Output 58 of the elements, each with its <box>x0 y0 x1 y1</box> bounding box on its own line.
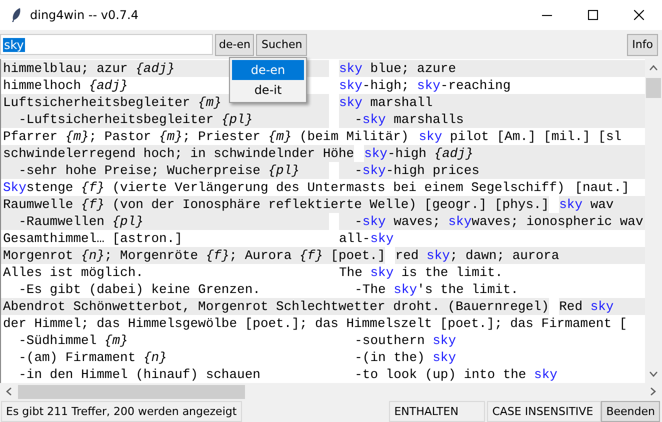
german-entry: Morgenrot {n}; Morgenröte {f}; Aurora {f} [poet.] <box>3 247 386 264</box>
english-entry: sky marshall <box>339 94 645 111</box>
scroll-down-icon[interactable] <box>649 371 658 377</box>
english-entry: -sky-high prices <box>339 162 645 179</box>
german-entry: Raumwelle {f} (von der Ionosphäre reflektierte Welle) [geogr.] [phys.] <box>3 196 550 213</box>
english-entry: sky-high {adj} <box>364 145 645 162</box>
german-entry: Pfarrer {m}; Pastor {m}; Priester {m} (beim Militär) <box>3 128 409 145</box>
english-entry: -sky marshalls <box>339 111 645 128</box>
maximize-icon[interactable] <box>588 10 598 20</box>
german-entry: Gesamthimmel… [astron.] <box>3 230 182 247</box>
english-entry: Red sky <box>559 298 645 315</box>
german-entry: -Raumwellen {pl} <box>18 213 144 230</box>
scroll-right-icon[interactable] <box>650 387 656 396</box>
german-entry: -Südhimmel {m} <box>18 332 128 349</box>
german-entry: Luftsicherheitsbegleiter {m} <box>3 94 222 111</box>
english-entry: -sky waves; skywaves; ionospheric wav <box>339 213 645 230</box>
english-entry: sky wav <box>559 196 645 213</box>
window-title: ding4win -- v0.7.4 <box>30 8 138 22</box>
english-entry: [naut.] <box>574 179 630 196</box>
german-entry: Skystenge {f} (vierte Verlängerung des Untermasts bei einem Segelschiff) <box>3 179 565 196</box>
english-entry: sky-high; sky-reaching <box>339 77 512 94</box>
language-dropdown[interactable]: de-en <box>215 34 254 56</box>
german-entry: Abendrot Schönwetterbot, Morgenrot Schlechtwetter droht. (Bauernregel) <box>3 298 550 315</box>
feather-icon <box>10 7 22 23</box>
german-entry: Alles ist möglich. <box>3 264 144 281</box>
english-entry: -to look (up) into the sky <box>354 366 558 383</box>
close-icon[interactable] <box>634 10 644 20</box>
german-entry: -Es gibt (dabei) keine Grenzen. <box>18 281 260 298</box>
english-entry: The sky is the limit. <box>339 264 504 281</box>
match-mode: ENTHALTEN <box>389 400 486 422</box>
german-entry: der Himmel; das Himmelsgewölbe [poet.]; das Himmelszelt [poet.]; das Firmament [ <box>3 315 628 332</box>
menu-item[interactable]: de-it <box>232 80 304 100</box>
vertical-scrollbar[interactable] <box>645 59 662 383</box>
english-entry: sky blue; azure <box>339 60 645 77</box>
info-button[interactable]: Info <box>627 34 658 56</box>
english-entry: -The sky's the limit. <box>354 281 520 298</box>
scroll-up-icon[interactable] <box>649 65 658 71</box>
english-entry: -(in the) sky <box>354 349 458 366</box>
german-entry: -Luftsicherheitsbegleiter {pl} <box>18 111 253 128</box>
german-entry: -in den Himmel (hinauf) schauen <box>18 366 260 383</box>
search-button[interactable]: Suchen <box>256 34 308 56</box>
german-entry: himmelblau; azur {adj} <box>3 60 175 77</box>
status-message: Es gibt 211 Treffer, 200 werden angezeigt <box>1 400 242 422</box>
german-entry: -(am) Firmament {n} <box>18 349 167 366</box>
german-entry: schwindelerregend hoch; in schwindelnder Höhe <box>3 145 354 162</box>
scroll-thumb[interactable] <box>18 384 245 398</box>
quit-button[interactable]: Beenden <box>601 400 660 422</box>
scroll-thumb[interactable] <box>646 78 661 98</box>
english-entry: all-sky <box>339 230 395 247</box>
menu-item[interactable]: de-en <box>232 60 304 80</box>
german-entry: -sehr hohe Preise; Wucherpreise {pl} <box>18 162 300 179</box>
english-entry: sky pilot [Am.] [mil.] [sl <box>418 128 623 145</box>
scroll-left-icon[interactable] <box>6 387 12 396</box>
english-entry: red sky; dawn; aurora <box>395 247 645 264</box>
german-entry: himmelhoch {adj} <box>3 77 128 94</box>
search-field[interactable]: sky <box>0 34 213 55</box>
english-entry: -southern sky <box>354 332 458 349</box>
case-mode: CASE INSENSITIVE <box>487 400 602 422</box>
